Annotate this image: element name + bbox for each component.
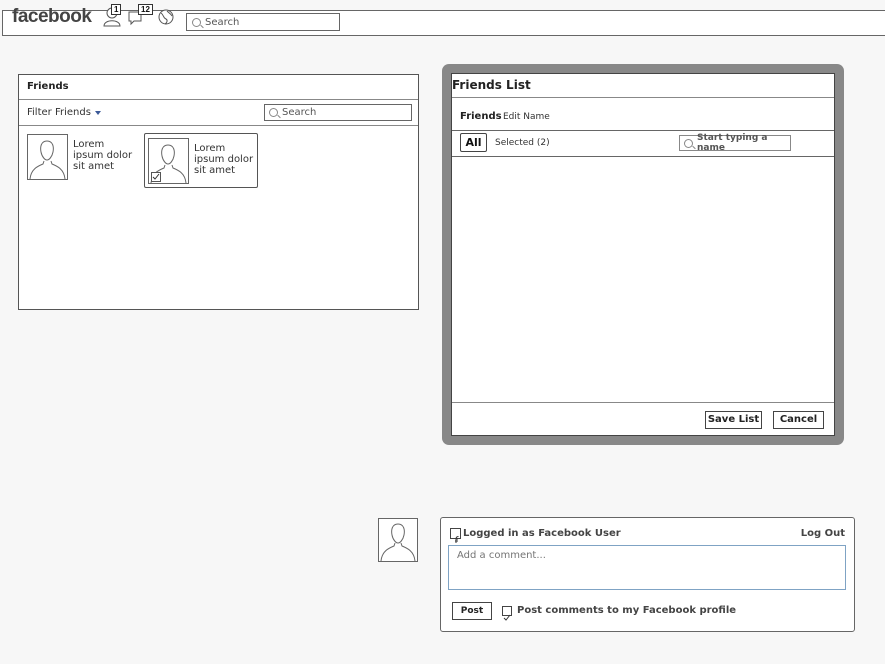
name-search-input[interactable]: Start typing a name [679, 133, 791, 153]
top-search-placeholder: Search [205, 16, 240, 28]
save-list-button[interactable]: Save List [705, 411, 762, 429]
messages-badge: 12 [138, 4, 153, 15]
search-icon [192, 17, 201, 27]
log-out-link[interactable]: Log Out [801, 528, 845, 539]
facebook-login-icon [450, 528, 461, 543]
list-name: Friends [460, 111, 502, 122]
check-icon [503, 614, 511, 621]
friends-search-placeholder: Search [282, 107, 317, 118]
comment-box: Logged in as Facebook User Log Out Post … [440, 517, 855, 632]
friend-name: Lorem ipsum dolor sit amet [73, 139, 133, 172]
post-to-profile-label: Post comments to my Facebook profile [517, 605, 737, 616]
globe-icon[interactable] [157, 8, 175, 34]
friend-requests-icon[interactable]: 1 [102, 4, 126, 30]
tab-selected[interactable]: Selected (2) [495, 138, 550, 148]
avatar [27, 134, 68, 180]
logged-in-text: Logged in as Facebook User [463, 528, 621, 539]
dialog-tab-bar: All Selected (2) Start typing a name [452, 130, 834, 157]
friends-list-dialog: Friends List Friends Edit Name All Selec… [451, 73, 835, 436]
top-search-input[interactable]: Search [186, 13, 340, 31]
comment-input[interactable] [448, 545, 846, 590]
friend-requests-badge: 1 [111, 4, 122, 15]
friend-card[interactable]: Lorem ipsum dolor sit amet [26, 133, 138, 188]
chevron-down-icon[interactable] [95, 111, 101, 115]
friend-name: Lorem ipsum dolor sit amet [194, 143, 254, 176]
friends-panel-title: Friends [27, 81, 69, 92]
filter-friends-dropdown[interactable]: Filter Friends [27, 107, 91, 118]
search-icon [269, 108, 278, 117]
divider [19, 99, 418, 100]
edit-name-link[interactable]: Edit Name [503, 112, 550, 122]
name-search-placeholder: Start typing a name [697, 133, 768, 153]
facebook-logo[interactable]: facebook [12, 6, 92, 28]
search-icon [684, 138, 693, 148]
dialog-title: Friends List [452, 78, 531, 92]
check-icon [151, 172, 161, 182]
divider [452, 402, 834, 403]
avatar [148, 138, 189, 184]
messages-icon[interactable]: 12 [127, 4, 155, 30]
divider [19, 125, 418, 126]
post-button[interactable]: Post [452, 602, 492, 620]
cancel-button[interactable]: Cancel [773, 411, 824, 429]
post-to-profile-checkbox[interactable] [502, 606, 512, 621]
friend-card-selected[interactable]: Lorem ipsum dolor sit amet [144, 133, 258, 188]
tab-all[interactable]: All [460, 133, 487, 152]
friends-search-input[interactable]: Search [264, 104, 412, 121]
friends-panel: Friends Filter Friends Search Lorem ipsu… [18, 74, 419, 310]
avatar [378, 518, 418, 562]
divider [452, 97, 834, 98]
